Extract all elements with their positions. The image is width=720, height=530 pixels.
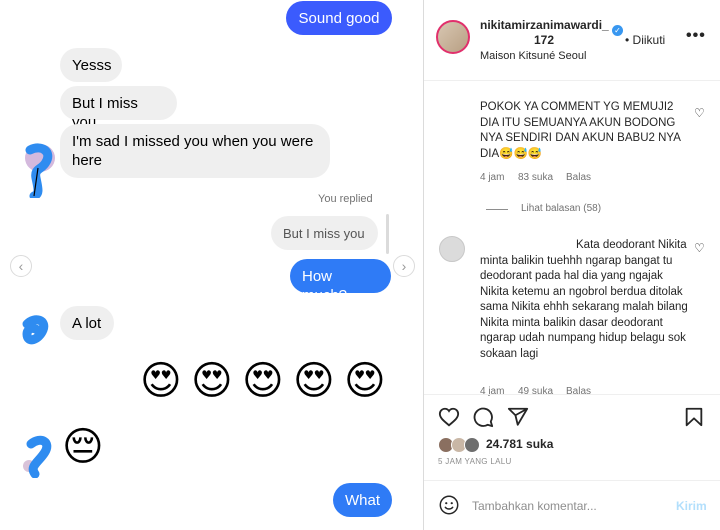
post-location[interactable]: Maison Kitsuné Seoul: [480, 50, 586, 62]
comment-text: POKOK YA COMMENT YG MEMUJI2 DIA ITU SEMU…: [480, 101, 681, 160]
comment-icon[interactable]: [472, 406, 494, 428]
reply-indicator-bar: [386, 214, 389, 254]
verified-badge-icon: ✓: [612, 25, 623, 36]
message-received-yesss[interactable]: Yesss: [60, 48, 122, 82]
comment-reply-button[interactable]: Balas: [566, 386, 591, 397]
carousel-next-button[interactable]: ›: [393, 255, 415, 277]
dm-conversation: Sound good Yesss But I miss you I'm sad …: [0, 0, 423, 530]
profile-avatar[interactable]: [436, 20, 470, 54]
post-time: 5 JAM YANG LALU: [438, 457, 512, 466]
carousel-prev-button[interactable]: ‹: [10, 255, 32, 277]
comment-time: 4 jam: [480, 172, 505, 183]
comment-likes[interactable]: 49 suka: [518, 386, 553, 397]
like-heart-icon[interactable]: [438, 406, 460, 428]
heart-eyes-emoji: 😍: [140, 358, 182, 404]
you-replied-label: You replied: [318, 193, 373, 205]
post-header: nikitamirzanimawardi_ ✓ 172 • Diikuti ••…: [424, 0, 720, 81]
save-bookmark-icon[interactable]: [683, 406, 705, 428]
comment-like-heart-icon[interactable]: ♡: [694, 241, 705, 255]
share-icon[interactable]: [507, 406, 529, 428]
more-options-icon[interactable]: •••: [686, 27, 706, 45]
liked-by-avatar[interactable]: [464, 437, 480, 453]
comment-like-heart-icon[interactable]: ♡: [694, 106, 705, 120]
message-received-a-lot[interactable]: A lot: [60, 306, 114, 340]
pensive-emoji: 😔: [62, 424, 104, 470]
following-label: Diikuti: [632, 33, 666, 47]
heart-eyes-emoji: 😍: [293, 358, 335, 404]
scribbled-avatar: [23, 435, 52, 478]
comment-likes[interactable]: 83 suka: [518, 172, 553, 183]
message-received-sad[interactable]: I'm sad I missed you when you were here: [60, 124, 330, 178]
comment-text: Kata deodorant Nikita minta balikin tueh…: [480, 239, 688, 360]
message-sent-what[interactable]: What: [333, 483, 392, 517]
following-button[interactable]: • Diikuti: [625, 33, 665, 47]
add-comment-input[interactable]: Tambahkan komentar...: [472, 499, 597, 513]
message-received-miss-you[interactable]: But I miss you: [60, 86, 177, 131]
view-replies-button[interactable]: Lihat balasan (58): [521, 203, 601, 214]
emoji-icon[interactable]: [438, 494, 460, 516]
view-replies-line: [486, 209, 508, 210]
commenter-avatar[interactable]: [439, 236, 465, 262]
post-panel: nikitamirzanimawardi_ ✓ 172 • Diikuti ••…: [424, 0, 720, 530]
message-sent-how-much[interactable]: How much?: [290, 259, 391, 304]
action-bar-divider: [424, 394, 720, 395]
dot-separator: •: [625, 33, 630, 47]
replied-quote[interactable]: But I miss you: [271, 216, 378, 250]
scribbled-avatar: [25, 143, 55, 198]
heart-eyes-emoji: 😍: [191, 358, 233, 404]
heart-eyes-emoji: 😍: [344, 358, 386, 404]
username-suffix[interactable]: 172: [534, 33, 554, 47]
add-comment-divider: [424, 480, 720, 481]
likes-count[interactable]: 24.781 suka: [486, 437, 553, 451]
heart-eyes-emoji: 😍: [242, 358, 284, 404]
post-comment-button[interactable]: Kirim: [676, 499, 707, 513]
comment-time: 4 jam: [480, 386, 505, 397]
scribbled-avatar: [22, 315, 49, 345]
message-sent-sound-good[interactable]: Sound good: [286, 1, 392, 35]
username[interactable]: nikitamirzanimawardi_: [480, 18, 609, 32]
comment-reply-button[interactable]: Balas: [566, 172, 591, 183]
